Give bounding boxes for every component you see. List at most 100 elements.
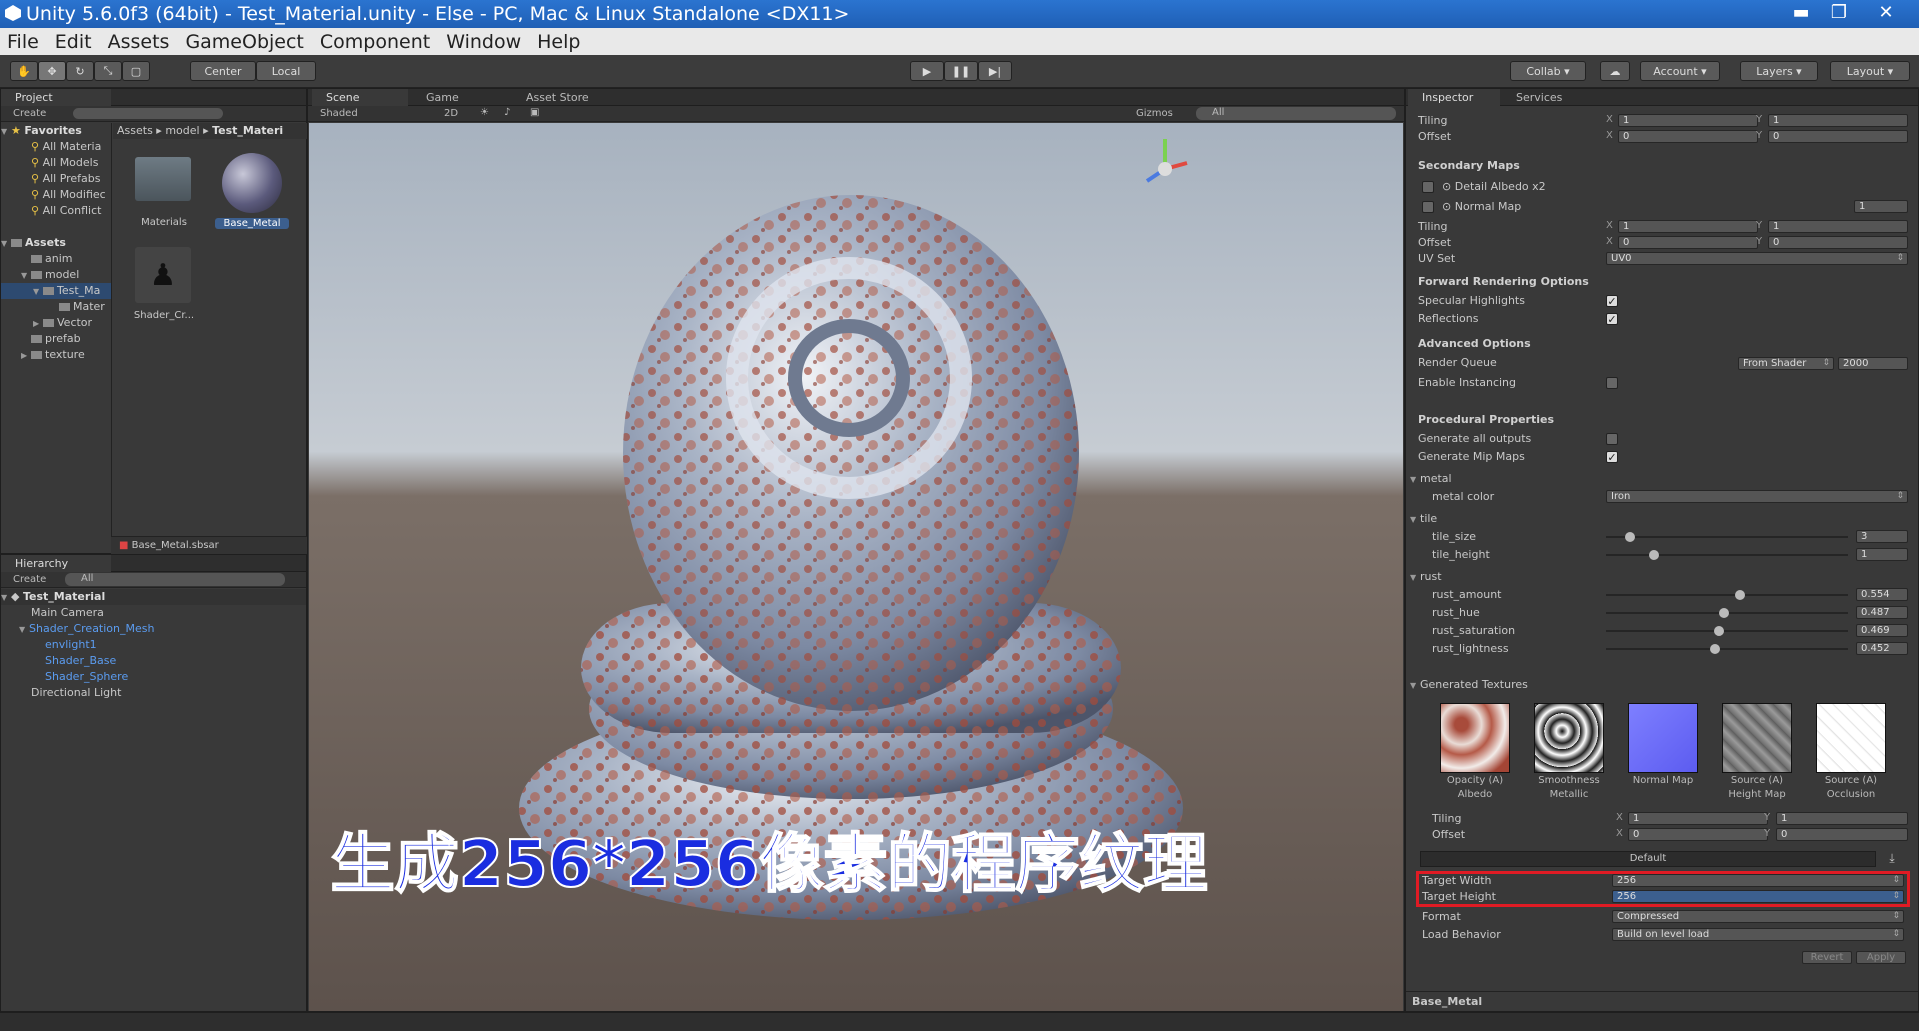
menu-assets[interactable]: Assets	[108, 31, 170, 53]
scene-root[interactable]: ▼ ◆ Test_Material	[1, 589, 306, 605]
rect-tool-icon[interactable]: ▢	[122, 61, 150, 81]
menu-file[interactable]: File	[7, 31, 39, 53]
maximize-button[interactable]: ❐	[1820, 0, 1858, 26]
material-sphere-icon[interactable]	[222, 153, 282, 213]
favorite-item[interactable]: ⚲ All Conflict	[1, 203, 111, 219]
play-button[interactable]: ▶	[910, 61, 944, 81]
sec-tiling-x-field[interactable]: 1	[1618, 220, 1758, 233]
sec-offset-x-field[interactable]: 0	[1618, 236, 1758, 249]
offset-y-field[interactable]: 0	[1768, 130, 1908, 143]
albedo-texture-thumb[interactable]	[1440, 703, 1510, 773]
folder-item[interactable]: prefab	[1, 331, 111, 347]
lighting-toggle-icon[interactable]: ☀	[480, 107, 489, 118]
tab-hierarchy[interactable]: Hierarchy	[1, 555, 111, 572]
folder-item[interactable]: anim	[1, 251, 111, 267]
folder-item[interactable]: Mater	[1, 299, 111, 315]
specular-checkbox[interactable]: ✓	[1606, 295, 1618, 307]
slider-knob[interactable]	[1735, 590, 1746, 600]
step-button[interactable]: ▶|	[978, 61, 1012, 81]
target-width-dropdown[interactable]: 256	[1612, 874, 1904, 887]
detail-albedo-slot[interactable]	[1422, 181, 1434, 193]
hierarchy-item[interactable]: Shader_Base	[1, 653, 306, 669]
rust-saturation-field[interactable]: 0.469	[1856, 624, 1908, 637]
rust-lightness-slider[interactable]	[1606, 644, 1848, 654]
rust-amount-field[interactable]: 0.554	[1856, 588, 1908, 601]
menu-help[interactable]: Help	[537, 31, 580, 53]
rust-amount-slider[interactable]	[1606, 590, 1848, 600]
rust-saturation-slider[interactable]	[1606, 626, 1848, 636]
hierarchy-item[interactable]: Shader_Sphere	[1, 669, 306, 685]
scene-viewport[interactable]: 生成256*256像素的程序纹理	[309, 123, 1403, 1011]
collab-dropdown[interactable]: Collab ▾	[1510, 61, 1586, 81]
audio-toggle-icon[interactable]: ♪	[504, 107, 510, 118]
hierarchy-item[interactable]: ▼ Shader_Creation_Mesh	[1, 621, 306, 637]
gen-tiling-y-field[interactable]: 1	[1776, 812, 1908, 825]
offset-x-field[interactable]: 0	[1618, 130, 1758, 143]
menu-edit[interactable]: Edit	[55, 31, 92, 53]
favorite-item[interactable]: ⚲ All Prefabs	[1, 171, 111, 187]
slider-knob[interactable]	[1649, 550, 1660, 560]
shading-mode-dropdown[interactable]: Shaded	[320, 108, 358, 119]
target-height-dropdown[interactable]: 256	[1612, 890, 1904, 903]
pause-button[interactable]: ❚❚	[944, 61, 978, 81]
breadcrumb-item[interactable]: Test_Materi	[212, 124, 283, 137]
close-button[interactable]: ✕	[1864, 0, 1908, 26]
generate-outputs-checkbox[interactable]	[1606, 433, 1618, 445]
generated-textures-foldout[interactable]: ▼ Generated Textures	[1410, 677, 1528, 692]
2d-toggle[interactable]: 2D	[444, 108, 458, 119]
slider-knob[interactable]	[1718, 608, 1729, 618]
hierarchy-search-input[interactable]: All	[65, 573, 285, 586]
generate-mips-checkbox[interactable]: ✓	[1606, 451, 1618, 463]
tab-project[interactable]: Project	[1, 89, 111, 106]
scale-tool-icon[interactable]: ⤡	[94, 61, 122, 81]
tile-size-slider[interactable]	[1606, 532, 1848, 542]
minimize-button[interactable]: ▬	[1782, 0, 1820, 26]
rust-group-foldout[interactable]: ▼ rust	[1410, 569, 1442, 584]
tab-scene[interactable]: Scene	[312, 89, 408, 106]
move-tool-icon[interactable]: ✥	[38, 61, 66, 81]
platform-tab-default[interactable]: Default	[1420, 851, 1876, 867]
account-dropdown[interactable]: Account ▾	[1640, 61, 1720, 81]
layout-dropdown[interactable]: Layout ▾	[1830, 61, 1910, 81]
tiling-y-field[interactable]: 1	[1768, 114, 1908, 127]
hierarchy-item[interactable]: Main Camera	[1, 605, 306, 621]
tile-height-field[interactable]: 1	[1856, 548, 1908, 561]
pivot-center-button[interactable]: Center	[190, 61, 256, 81]
revert-button[interactable]: Revert	[1802, 951, 1852, 964]
gizmos-dropdown[interactable]: Gizmos	[1136, 108, 1173, 119]
project-create-button[interactable]: Create	[13, 108, 46, 119]
favorite-item[interactable]: ⚲ All Materia	[1, 139, 111, 155]
rust-hue-slider[interactable]	[1606, 608, 1848, 618]
folder-item[interactable]: ▶ texture	[1, 347, 111, 363]
render-queue-dropdown[interactable]: From Shader	[1738, 357, 1834, 370]
occlusion-texture-thumb[interactable]	[1816, 703, 1886, 773]
tile-height-slider[interactable]	[1606, 550, 1848, 560]
gen-offset-y-field[interactable]: 0	[1776, 828, 1908, 841]
menu-gameobject[interactable]: GameObject	[185, 31, 303, 53]
smoothness-texture-thumb[interactable]	[1534, 703, 1604, 773]
scene-orientation-gizmo[interactable]	[1137, 133, 1193, 199]
favorite-item[interactable]: ⚲ All Modifiec	[1, 187, 111, 203]
folder-item[interactable]: ▼ model	[1, 267, 111, 283]
rotate-tool-icon[interactable]: ↻	[66, 61, 94, 81]
instancing-checkbox[interactable]	[1606, 377, 1618, 389]
tab-game[interactable]: Game	[412, 89, 508, 106]
shader-asset-icon[interactable]: ♟	[135, 247, 191, 303]
slider-knob[interactable]	[1714, 626, 1725, 636]
rust-hue-field[interactable]: 0.487	[1856, 606, 1908, 619]
breadcrumb-item[interactable]: Assets	[117, 124, 153, 137]
download-icon[interactable]: ⤓	[1880, 851, 1904, 867]
pivot-local-button[interactable]: Local	[256, 61, 316, 81]
metal-color-dropdown[interactable]: Iron	[1606, 490, 1908, 503]
favorite-item[interactable]: ⚲ All Models	[1, 155, 111, 171]
format-dropdown[interactable]: Compressed	[1612, 910, 1904, 923]
menu-component[interactable]: Component	[320, 31, 430, 53]
breadcrumb-item[interactable]: model	[165, 124, 199, 137]
normal-map-slot[interactable]	[1422, 201, 1434, 213]
slider-knob[interactable]	[1625, 532, 1636, 542]
project-search-input[interactable]	[73, 108, 223, 119]
apply-button[interactable]: Apply	[1856, 951, 1906, 964]
materials-folder-icon[interactable]	[135, 157, 191, 201]
sec-offset-y-field[interactable]: 0	[1768, 236, 1908, 249]
normal-map-scale-field[interactable]: 1	[1854, 200, 1908, 213]
